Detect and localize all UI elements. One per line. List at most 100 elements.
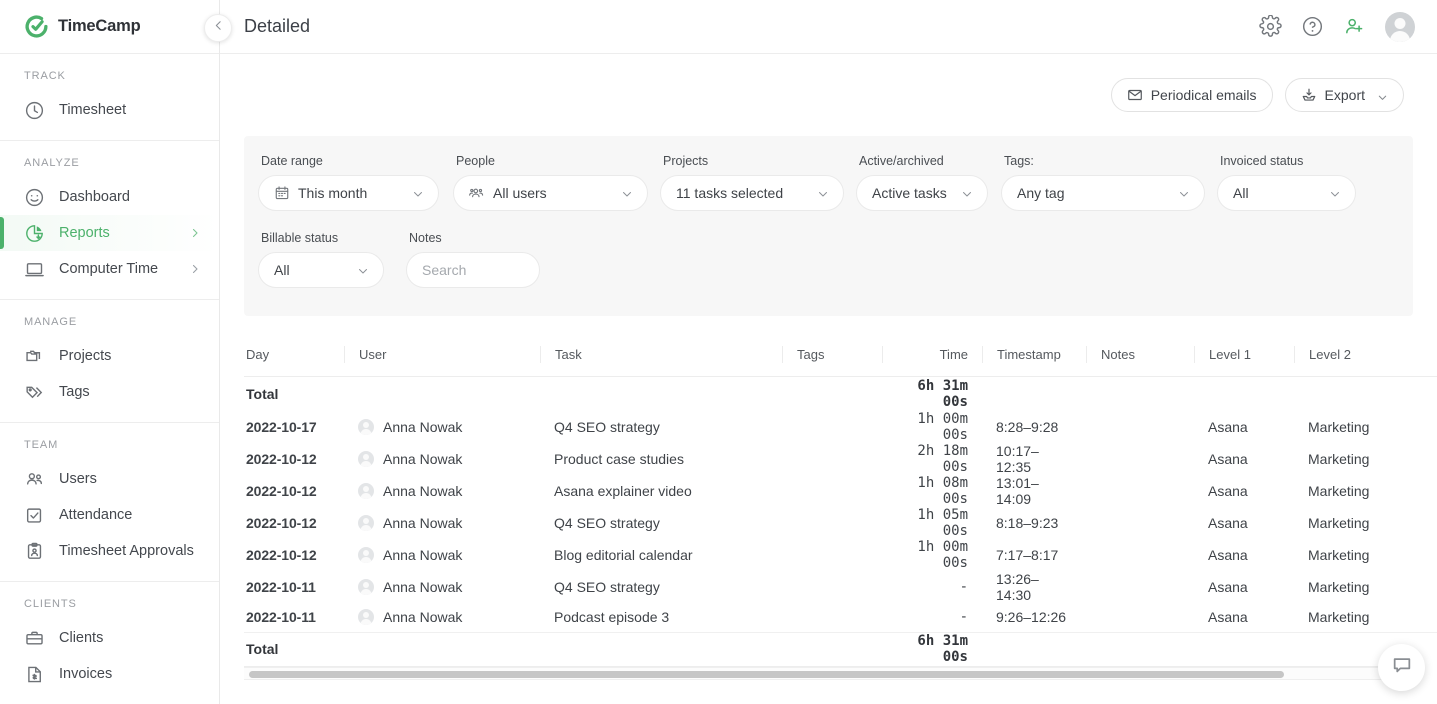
- envelope-icon: [1127, 87, 1143, 103]
- gear-icon[interactable]: [1259, 15, 1282, 38]
- filter-projects: Projects 11 tasks selected: [660, 154, 856, 211]
- app-root: TimeCamp TRACK Timesheet ANALYZE Dashboa…: [0, 0, 1437, 704]
- cell-timestamp: 13:26–14:30: [982, 571, 1086, 603]
- people-select[interactable]: All users: [453, 175, 648, 211]
- cell-time: 1h 05m 00s: [882, 507, 982, 539]
- brand[interactable]: TimeCamp: [0, 0, 219, 54]
- table-row[interactable]: 2022-10-11Anna NowakQ4 SEO strategy-13:2…: [244, 571, 1437, 603]
- notes-search-field[interactable]: [406, 252, 540, 288]
- total-time-cell: 6h 31m 00s: [882, 632, 982, 666]
- column-header-notes[interactable]: Notes: [1086, 346, 1194, 377]
- sidebar-item-tags[interactable]: Tags: [0, 374, 219, 410]
- empty-cell: [1086, 632, 1194, 666]
- active-archived-select[interactable]: Active tasks: [856, 175, 988, 211]
- horizontal-scrollbar-thumb[interactable]: [249, 671, 1284, 678]
- filter-label: Billable status: [258, 231, 406, 252]
- billable-status-select[interactable]: All: [258, 252, 384, 288]
- checkbox-icon: [24, 505, 45, 526]
- chevron-down-icon: [1377, 90, 1388, 101]
- export-icon: [1301, 87, 1317, 103]
- sidebar-collapse-button[interactable]: [204, 14, 232, 42]
- cell-level2: Marketing: [1294, 411, 1437, 443]
- table-total-row-top: Total 6h 31m 00s: [244, 377, 1437, 411]
- cell-notes: [1086, 539, 1194, 571]
- user-avatar: [358, 547, 374, 563]
- empty-cell: [1194, 632, 1294, 666]
- avatar-head: [1395, 18, 1406, 29]
- briefcase-icon: [24, 628, 45, 649]
- projects-select[interactable]: 11 tasks selected: [660, 175, 844, 211]
- cell-level2: Marketing: [1294, 571, 1437, 603]
- filter-label: Notes: [406, 231, 546, 252]
- chevron-right-icon: [189, 263, 201, 275]
- cell-day: 2022-10-12: [244, 507, 344, 539]
- calendar-icon: [274, 185, 290, 201]
- sidebar-item-clients[interactable]: Clients: [0, 620, 219, 656]
- cell-user: Anna Nowak: [344, 475, 540, 507]
- table-row[interactable]: 2022-10-12Anna NowakAsana explainer vide…: [244, 475, 1437, 507]
- horizontal-scrollbar[interactable]: [244, 667, 1413, 680]
- cell-task: Product case studies: [540, 443, 782, 475]
- invoiced-status-select[interactable]: All: [1217, 175, 1356, 211]
- periodical-emails-button[interactable]: Periodical emails: [1111, 78, 1273, 112]
- cell-level2: Marketing: [1294, 539, 1437, 571]
- sidebar-item-attendance[interactable]: Attendance: [0, 497, 219, 533]
- export-button[interactable]: Export: [1285, 78, 1404, 112]
- question-circle-icon[interactable]: [1301, 15, 1324, 38]
- chat-bubble-icon: [1391, 654, 1413, 681]
- table-row[interactable]: 2022-10-17Anna NowakQ4 SEO strategy1h 00…: [244, 411, 1437, 443]
- sidebar-item-reports[interactable]: Reports: [0, 215, 219, 251]
- user-plus-icon[interactable]: [1343, 15, 1366, 38]
- sidebar-item-projects[interactable]: Projects: [0, 338, 219, 374]
- table-row[interactable]: 2022-10-12Anna NowakProduct case studies…: [244, 443, 1437, 475]
- column-header-day[interactable]: Day: [244, 346, 344, 377]
- notes-search-input[interactable]: [422, 262, 525, 278]
- chevron-down-icon: [621, 187, 633, 199]
- chevron-down-icon: [961, 187, 973, 199]
- column-header-tags[interactable]: Tags: [782, 346, 882, 377]
- sidebar-item-invoices[interactable]: Invoices: [0, 656, 219, 692]
- chevron-down-icon: [412, 187, 424, 199]
- cell-user: Anna Nowak: [344, 411, 540, 443]
- main-area: Detailed: [220, 0, 1437, 704]
- table-row[interactable]: 2022-10-12Anna NowakQ4 SEO strategy1h 05…: [244, 507, 1437, 539]
- table-row[interactable]: 2022-10-12Anna NowakBlog editorial calen…: [244, 539, 1437, 571]
- column-header-level2[interactable]: Level 2: [1294, 346, 1437, 377]
- sidebar-item-timesheet-approvals[interactable]: Timesheet Approvals: [0, 533, 219, 569]
- empty-cell: [1194, 377, 1294, 411]
- user-name: Anna Nowak: [383, 609, 462, 625]
- sidebar-item-label: Dashboard: [59, 189, 201, 205]
- clipboard-user-icon: [24, 541, 45, 562]
- cell-time: -: [882, 603, 982, 633]
- table-row[interactable]: 2022-10-11Anna NowakPodcast episode 3-9:…: [244, 603, 1437, 633]
- content: Periodical emails Export Date range: [220, 54, 1437, 704]
- column-header-user[interactable]: User: [344, 346, 540, 377]
- chevron-left-icon: [212, 19, 225, 37]
- cell-timestamp: 8:18–9:23: [982, 507, 1086, 539]
- column-header-timestamp[interactable]: Timestamp: [982, 346, 1086, 377]
- filter-active-archived: Active/archived Active tasks: [856, 154, 1001, 211]
- sidebar-item-computer-time[interactable]: Computer Time: [0, 251, 219, 287]
- sidebar-item-timesheet[interactable]: Timesheet: [0, 92, 219, 128]
- sidebar-item-dashboard[interactable]: Dashboard: [0, 179, 219, 215]
- cell-task: Asana explainer video: [540, 475, 782, 507]
- table-total-row-bottom: Total 6h 31m 00s: [244, 632, 1437, 666]
- cell-tags: [782, 507, 882, 539]
- sidebar-item-label: Tags: [59, 384, 201, 400]
- cell-time: -: [882, 571, 982, 603]
- cell-day: 2022-10-17: [244, 411, 344, 443]
- column-header-time[interactable]: Time: [882, 346, 982, 377]
- chat-support-button[interactable]: [1378, 644, 1425, 691]
- clock-icon: [24, 100, 45, 121]
- date-range-select[interactable]: This month: [258, 175, 439, 211]
- tags-select[interactable]: Any tag: [1001, 175, 1205, 211]
- sidebar-item-users[interactable]: Users: [0, 461, 219, 497]
- avatar[interactable]: [1385, 12, 1415, 42]
- cell-timestamp: 13:01–14:09: [982, 475, 1086, 507]
- filter-value: All: [1233, 185, 1321, 201]
- cell-user: Anna Nowak: [344, 603, 540, 633]
- column-header-task[interactable]: Task: [540, 346, 782, 377]
- column-header-level1[interactable]: Level 1: [1194, 346, 1294, 377]
- cell-notes: [1086, 475, 1194, 507]
- cell-timestamp: 9:26–12:26: [982, 603, 1086, 633]
